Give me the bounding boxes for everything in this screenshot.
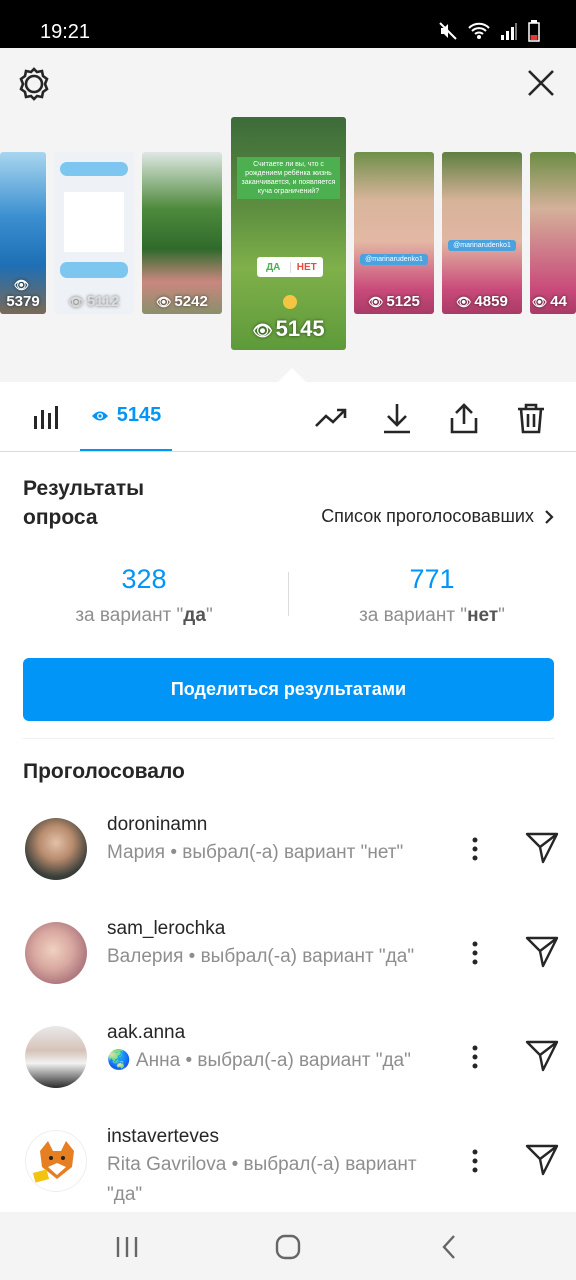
gear-icon: [19, 67, 49, 101]
voter-detail: 🌏 Анна • выбрал(-а) вариант "да": [107, 1050, 411, 1071]
send-icon: [525, 1144, 559, 1176]
send-message-button[interactable]: [524, 934, 560, 970]
story-views: 4859: [474, 293, 508, 310]
poll-yes-sticker: ДА: [266, 261, 281, 273]
active-story-pointer: [278, 368, 306, 382]
download-icon: [384, 404, 410, 434]
send-icon: [525, 936, 559, 968]
story-thumbnail[interactable]: 👁 5242: [142, 152, 222, 314]
voter-detail: Мария • выбрал(-а) вариант "нет": [107, 842, 404, 863]
avatar[interactable]: [25, 818, 87, 880]
poll-no-sticker: НЕТ: [289, 261, 324, 273]
trending-button[interactable]: [314, 402, 347, 434]
story-thumbnail[interactable]: 👁 44: [530, 152, 576, 314]
tab-viewers[interactable]: 5145: [80, 382, 172, 451]
battery-icon: [528, 20, 540, 42]
story-poll: ДА НЕТ: [257, 257, 323, 277]
poll-yes-label: за вариант "да": [75, 605, 213, 626]
tab-insights[interactable]: [32, 404, 58, 430]
voter-row[interactable]: sam_lerochka Валерия • выбрал(-а) вариан…: [0, 916, 576, 1020]
voter-row[interactable]: aak.anna 🌏 Анна • выбрал(-а) вариант "да…: [0, 1020, 576, 1124]
poll-no-count: 771: [409, 564, 455, 594]
poll-result-no: 771 за вариант "нет": [288, 563, 576, 627]
avatar[interactable]: [25, 922, 87, 984]
voters-list-link[interactable]: Список проголосовавших: [321, 506, 554, 527]
chevron-right-icon: [545, 509, 554, 524]
fox-logo-icon: [32, 1141, 74, 1183]
story-thumbnail[interactable]: @marinarudenko1 👁 5125: [354, 152, 434, 314]
share-button[interactable]: [448, 402, 480, 434]
recent-apps-icon: [116, 1237, 138, 1257]
delete-button[interactable]: [515, 402, 547, 434]
voter-username[interactable]: aak.anna: [107, 1020, 437, 1046]
voter-username[interactable]: doroninamn: [107, 812, 437, 838]
story-tag: @marinarudenko1: [448, 240, 516, 251]
voter-username[interactable]: sam_lerochka: [107, 916, 437, 942]
more-options-button[interactable]: [464, 940, 486, 966]
story-views: 44: [550, 293, 567, 310]
mute-icon: [439, 22, 457, 40]
home-button[interactable]: [273, 1232, 303, 1262]
home-icon: [275, 1234, 301, 1260]
system-nav-bar: [0, 1212, 576, 1280]
story-thumbnail-active[interactable]: Считаете ли вы, что с рождением ребёнка …: [231, 117, 346, 350]
status-bar: 19:21: [0, 0, 576, 48]
story-views: 5379: [6, 293, 40, 310]
share-results-button[interactable]: Поделиться результатами: [23, 658, 554, 721]
send-message-button[interactable]: [524, 830, 560, 866]
status-icons: [438, 20, 540, 42]
wifi-icon: [468, 22, 490, 39]
story-caption: Считаете ли вы, что с рождением ребёнка …: [237, 157, 340, 199]
story-tag: @marinarudenko1: [360, 254, 428, 265]
poll-yes-count: 328: [121, 564, 167, 594]
story-thumbnail[interactable]: @marinarudenko1 👁 4859: [442, 152, 522, 314]
back-icon: [442, 1235, 455, 1259]
divider: [23, 738, 554, 739]
trash-icon: [518, 403, 544, 434]
poll-result-yes: 328 за вариант "да": [0, 563, 288, 627]
more-vertical-icon: [472, 837, 478, 861]
story-views: 5125: [386, 293, 420, 310]
tab-bar: 5145: [0, 382, 576, 452]
bar-chart-icon: [34, 406, 58, 429]
send-message-button[interactable]: [524, 1038, 560, 1074]
story-thumbnail[interactable]: 👁 5112: [54, 152, 134, 314]
avatar[interactable]: [25, 1026, 87, 1088]
close-icon: [528, 70, 554, 96]
voter-detail: Валерия • выбрал(-а) вариант "да": [107, 946, 415, 967]
results-title: Результаты опроса: [23, 477, 145, 529]
voted-section-title: Проголосовало: [23, 760, 185, 783]
voter-row[interactable]: doroninamn Мария • выбрал(-а) вариант "н…: [0, 812, 576, 916]
more-vertical-icon: [472, 1045, 478, 1069]
viewers-count: 5145: [116, 404, 162, 426]
eye-icon: [91, 411, 108, 420]
more-options-button[interactable]: [464, 836, 486, 862]
close-button[interactable]: [524, 66, 558, 100]
story-views: 5112: [86, 293, 120, 310]
poll-no-label: за вариант "нет": [359, 605, 505, 626]
recent-apps-button[interactable]: [112, 1232, 142, 1262]
story-views: 5242: [174, 293, 208, 310]
status-time: 19:21: [40, 21, 91, 43]
more-vertical-icon: [472, 941, 478, 965]
send-icon: [525, 832, 559, 864]
trending-icon: [315, 408, 347, 427]
voter-detail: Rita Gavrilova • выбрал(-а) вариант "да": [107, 1154, 417, 1205]
more-options-button[interactable]: [464, 1044, 486, 1070]
signal-icon: [501, 23, 517, 40]
more-vertical-icon: [472, 1149, 478, 1173]
download-button[interactable]: [381, 402, 413, 434]
send-message-button[interactable]: [524, 1142, 560, 1178]
voter-username[interactable]: instaverteves: [107, 1124, 437, 1150]
settings-button[interactable]: [16, 66, 52, 102]
send-icon: [525, 1040, 559, 1072]
avatar[interactable]: [25, 1130, 87, 1192]
story-views: 5145: [275, 316, 325, 341]
story-thumbnail[interactable]: 👁5379: [0, 152, 46, 314]
more-options-button[interactable]: [464, 1148, 486, 1174]
voters-link-label: Список проголосовавших: [321, 506, 534, 526]
emoji-sticker: [283, 295, 297, 309]
share-icon: [450, 403, 478, 434]
back-button[interactable]: [434, 1232, 464, 1262]
